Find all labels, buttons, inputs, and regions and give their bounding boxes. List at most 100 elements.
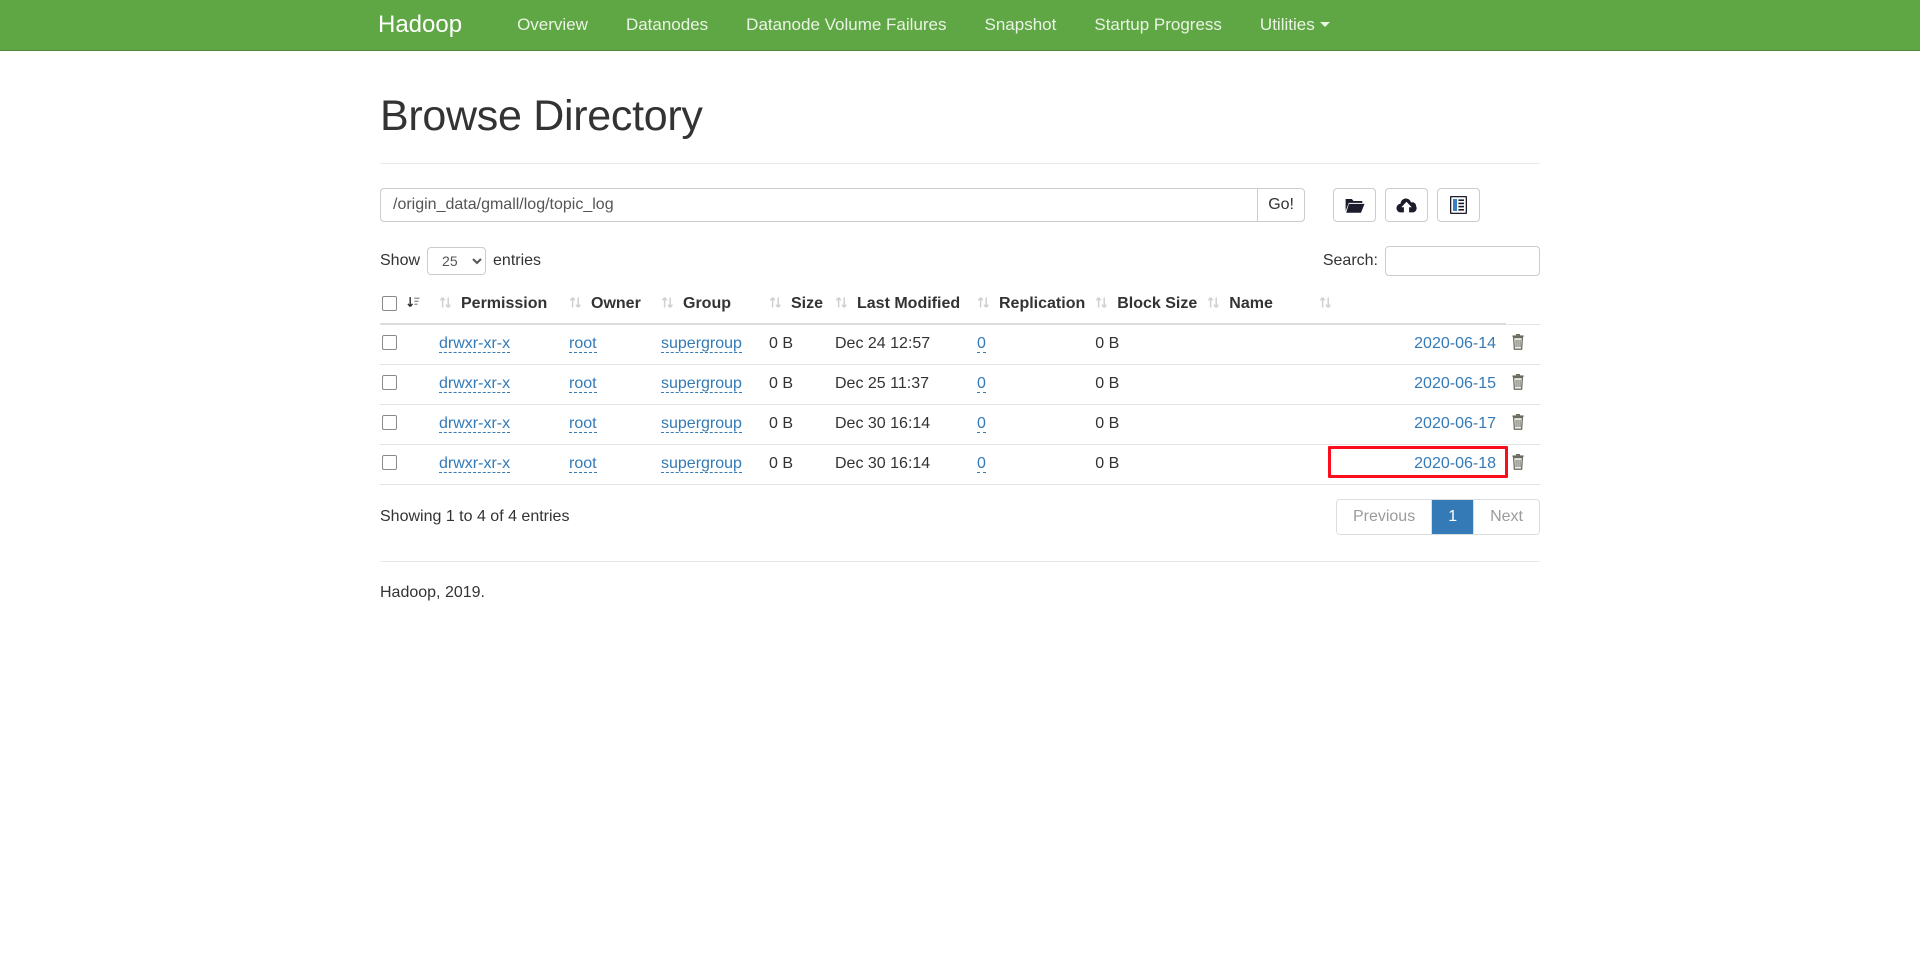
owner-link[interactable]: root xyxy=(569,335,597,354)
cell-size: 0 B xyxy=(769,444,835,485)
trash-icon[interactable] xyxy=(1511,333,1525,350)
group-link[interactable]: supergroup xyxy=(661,455,742,473)
page-length-select[interactable]: 25 xyxy=(427,247,487,275)
cell-block-size: 0 B xyxy=(1095,323,1208,365)
column-header-sort-handle[interactable] xyxy=(407,286,439,325)
replication-link[interactable]: 0 xyxy=(977,415,986,433)
new-directory-button[interactable] xyxy=(1333,188,1376,222)
nav-item-utilities[interactable]: Utilities xyxy=(1241,0,1349,50)
cell-block-size: 0 B xyxy=(1095,404,1208,445)
column-header-permission[interactable]: Permission xyxy=(439,286,569,325)
page-title: Browse Directory xyxy=(380,92,703,140)
sort-icon xyxy=(1319,296,1332,314)
row-checkbox[interactable] xyxy=(382,375,397,390)
search-input[interactable] xyxy=(1385,246,1540,276)
cell-replication: 0 xyxy=(977,323,1096,365)
upload-icon xyxy=(1396,197,1417,214)
cell-last-modified: Dec 24 12:57 xyxy=(835,323,977,365)
cell-group: supergroup xyxy=(661,323,769,365)
column-header-replication[interactable]: Replication xyxy=(977,286,1096,325)
row-checkbox[interactable] xyxy=(382,335,397,351)
cell-delete xyxy=(1506,444,1540,485)
group-link[interactable]: supergroup xyxy=(661,375,742,393)
table-controls: Show 25 entries Search: xyxy=(380,246,1540,276)
row-spacer-cell xyxy=(407,404,439,445)
nav-item-datanodes[interactable]: Datanodes xyxy=(607,0,727,50)
permission-link[interactable]: drwxr-xr-x xyxy=(439,415,511,433)
replication-link[interactable]: 0 xyxy=(977,335,986,354)
directory-path-input[interactable] xyxy=(380,188,1258,222)
cell-permission: drwxr-xr-x xyxy=(439,364,569,405)
trash-icon[interactable] xyxy=(1511,413,1525,430)
permission-link[interactable]: drwxr-xr-x xyxy=(439,375,511,393)
cut-paste-button[interactable] xyxy=(1437,188,1480,222)
permission-link[interactable]: drwxr-xr-x xyxy=(439,455,511,473)
group-link[interactable]: supergroup xyxy=(661,335,742,354)
column-header-name[interactable]: Name xyxy=(1207,286,1506,325)
directory-name-link[interactable]: 2020-06-15 xyxy=(1414,375,1496,392)
title-divider xyxy=(380,163,1540,164)
path-input-group: Go! xyxy=(380,188,1305,222)
sort-icon xyxy=(1207,296,1220,314)
directory-name-link[interactable]: 2020-06-14 xyxy=(1414,335,1496,352)
cell-block-size: 0 B xyxy=(1095,444,1208,485)
path-action-buttons xyxy=(1333,188,1480,222)
column-header-permission-label: Permission xyxy=(461,295,548,312)
chevron-down-icon xyxy=(1319,22,1330,27)
column-header-group[interactable]: Group xyxy=(661,286,769,325)
select-all-checkbox[interactable] xyxy=(382,296,397,311)
owner-link[interactable]: root xyxy=(569,455,597,473)
column-header-block-size[interactable]: Block Size xyxy=(1095,286,1208,325)
cell-permission: drwxr-xr-x xyxy=(439,404,569,445)
column-header-name-label: Name xyxy=(1229,295,1273,312)
upload-button[interactable] xyxy=(1385,188,1428,222)
cell-last-modified: Dec 30 16:14 xyxy=(835,444,977,485)
nav-item-datanode-volume-failures[interactable]: Datanode Volume Failures xyxy=(727,0,965,50)
trash-icon[interactable] xyxy=(1511,453,1525,470)
directory-name-link[interactable]: 2020-06-18 xyxy=(1414,455,1496,472)
row-select-cell xyxy=(380,404,407,445)
nav-item-overview[interactable]: Overview xyxy=(498,0,607,50)
row-spacer-cell xyxy=(407,364,439,405)
table-head: Permission Owner Group Size Last Modifie… xyxy=(380,286,1540,325)
sort-icon xyxy=(661,296,674,314)
column-header-size[interactable]: Size xyxy=(769,286,835,325)
cell-block-size: 0 B xyxy=(1095,364,1208,405)
nav-item-snapshot[interactable]: Snapshot xyxy=(966,0,1076,50)
permission-link[interactable]: drwxr-xr-x xyxy=(439,335,511,354)
cell-replication: 0 xyxy=(977,444,1096,485)
nav-item-startup-progress[interactable]: Startup Progress xyxy=(1075,0,1241,50)
column-header-last-modified[interactable]: Last Modified xyxy=(835,286,977,325)
cell-last-modified: Dec 25 11:37 xyxy=(835,364,977,405)
replication-link[interactable]: 0 xyxy=(977,375,986,393)
cell-name: 2020-06-15 xyxy=(1207,364,1506,405)
cell-owner: root xyxy=(569,404,661,445)
owner-link[interactable]: root xyxy=(569,415,597,433)
page-container: Browse Directory Go! xyxy=(380,51,1540,602)
owner-link[interactable]: root xyxy=(569,375,597,393)
replication-link[interactable]: 0 xyxy=(977,455,986,473)
cut-paste-icon xyxy=(1450,196,1467,214)
cell-owner: root xyxy=(569,444,661,485)
column-header-last-modified-label: Last Modified xyxy=(857,295,961,312)
table-row: drwxr-xr-x root supergroup 0 B Dec 30 16… xyxy=(380,404,1540,445)
go-button[interactable]: Go! xyxy=(1257,188,1305,222)
directory-name-link[interactable]: 2020-06-17 xyxy=(1414,415,1496,432)
column-header-owner[interactable]: Owner xyxy=(569,286,661,325)
cell-name: 2020-06-17 xyxy=(1207,404,1506,445)
group-link[interactable]: supergroup xyxy=(661,415,742,433)
sort-icon xyxy=(835,296,848,314)
row-checkbox[interactable] xyxy=(382,415,397,430)
trash-icon[interactable] xyxy=(1511,373,1525,390)
new-directory-icon xyxy=(1345,197,1365,214)
pagination-next[interactable]: Next xyxy=(1474,499,1539,534)
column-header-size-label: Size xyxy=(791,295,824,312)
brand-hadoop[interactable]: Hadoop xyxy=(378,0,480,50)
pagination-page-1[interactable]: 1 xyxy=(1432,499,1475,534)
cell-group: supergroup xyxy=(661,444,769,485)
row-checkbox[interactable] xyxy=(382,455,397,470)
cell-last-modified: Dec 30 16:14 xyxy=(835,404,977,445)
pagination-previous[interactable]: Previous xyxy=(1336,499,1433,534)
column-header-select-all xyxy=(380,286,407,325)
table-body: drwxr-xr-x root supergroup 0 B Dec 24 12… xyxy=(380,323,1540,485)
